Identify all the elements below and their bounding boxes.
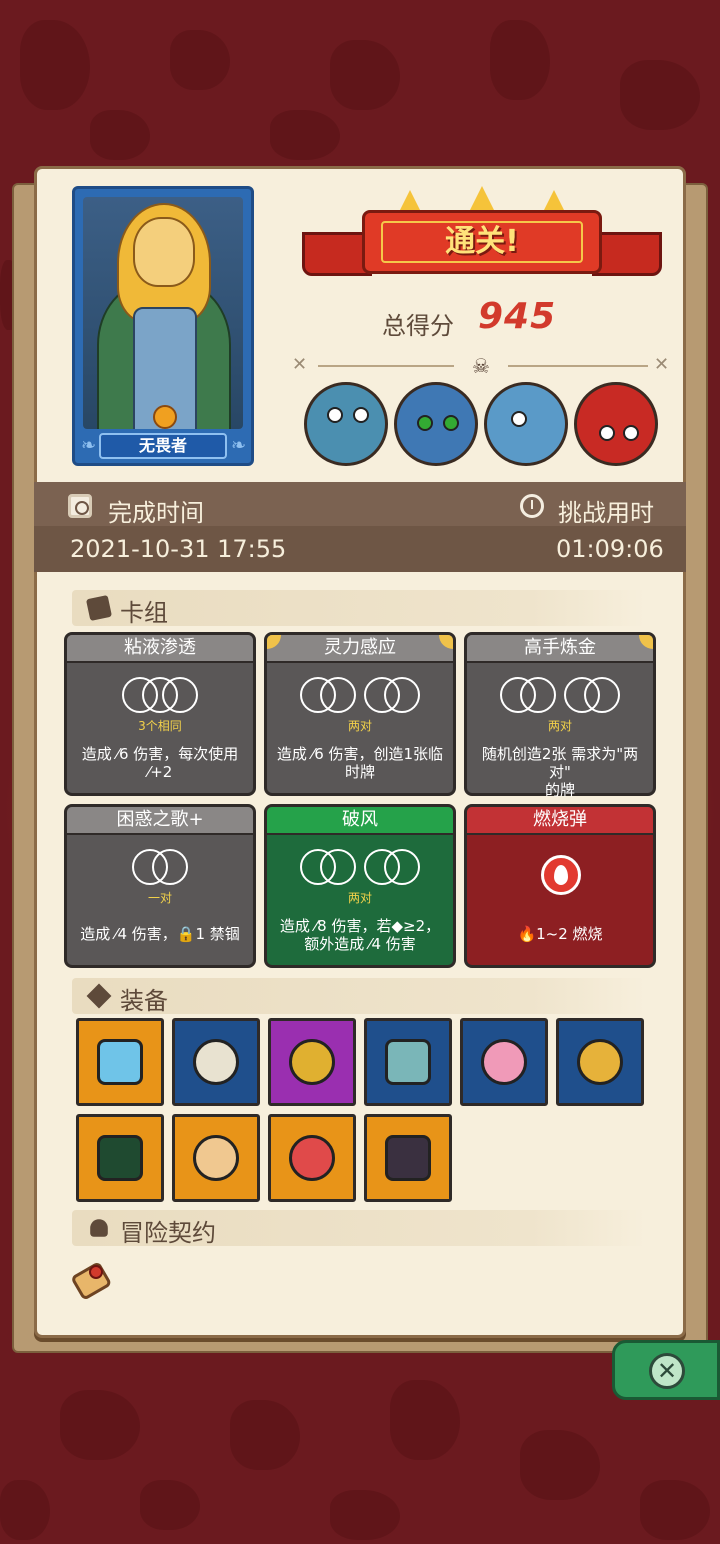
dice-slots — [67, 849, 253, 889]
card-condition: 两对 — [347, 719, 372, 733]
card-description: 造成 ⁄4 伤害，🔒1 禁锢 — [80, 925, 240, 943]
green-ring-icon — [289, 1039, 335, 1085]
card-title: 破风 — [267, 807, 453, 835]
flourish-right-icon: ❧ — [231, 435, 247, 456]
crossed-swords-left-icon: ✕ — [292, 354, 308, 375]
card-confusion-song[interactable]: 困惑之歌+ 一对 造成 ⁄4 伤害，🔒1 禁锢 — [64, 804, 256, 968]
equipment-round-amulet[interactable] — [172, 1114, 260, 1202]
score-value: 945 — [478, 296, 557, 337]
finish-time-value: 2021-10-31 17:55 — [70, 535, 287, 563]
finish-time-label: 完成时间 — [108, 499, 204, 527]
close-tab: ✕ — [612, 1340, 720, 1400]
equipment-section-title: 装备 — [120, 987, 168, 1015]
card-description: 造成 ⁄8 伤害，若◆≥2， — [279, 917, 441, 935]
card-description: 🔥1~2 燃烧 — [517, 925, 603, 943]
card-description-2: 的牌 — [544, 781, 575, 799]
equipment-section-header: 装备 — [72, 978, 646, 1015]
equipment-red-potion[interactable] — [268, 1114, 356, 1202]
boss-portrait-3[interactable] — [484, 382, 568, 466]
stopwatch-icon — [520, 494, 544, 518]
hero-card[interactable]: ❧ 无畏者 ❧ — [72, 186, 254, 466]
divider-right — [508, 365, 648, 367]
gold-ring-icon — [577, 1039, 623, 1085]
duration-label: 挑战用时 — [558, 499, 654, 527]
card-condition: 两对 — [547, 719, 572, 733]
card-spirit-sense[interactable]: 灵力感应 两对 造成 ⁄6 伤害，创造1张临 时牌 — [264, 632, 456, 796]
boss-portrait-1[interactable] — [304, 382, 388, 466]
card-condition: 3个相同 — [138, 719, 182, 733]
person-icon — [90, 1219, 108, 1237]
card-title: 灵力感应 — [267, 635, 453, 663]
duration-value: 01:09:06 — [556, 535, 664, 563]
boss-portrait-2[interactable] — [394, 382, 478, 466]
equipment-pink-gem[interactable] — [460, 1018, 548, 1106]
dice-slots — [267, 849, 453, 889]
flourish-left-icon: ❧ — [81, 435, 97, 456]
horned-skull-icon — [193, 1039, 239, 1085]
card-description: 随机创造2张 需求为"两对" — [481, 745, 639, 781]
cube-icon — [86, 983, 112, 1009]
dark-horseshoe-icon — [97, 1135, 143, 1181]
round-amulet-icon — [193, 1135, 239, 1181]
shield-charm-icon — [97, 1039, 143, 1085]
dice-slots — [267, 677, 453, 717]
scroll-contract-icon[interactable] — [70, 1254, 116, 1304]
card-title: 困惑之歌+ — [67, 807, 253, 835]
score-label: 总得分 — [382, 312, 454, 340]
equipment-shield-charm[interactable] — [76, 1018, 164, 1106]
card-slime-infiltration[interactable]: 粘液渗透 3个相同 造成 ⁄6 伤害，每次使用 ⁄+2 — [64, 632, 256, 796]
card-wind-break[interactable]: 破风 两对 造成 ⁄8 伤害，若◆≥2， 额外造成 ⁄4 伤害 — [264, 804, 456, 968]
card-description-2: ⁄+2 — [147, 763, 173, 781]
close-button[interactable]: ✕ — [649, 1353, 685, 1389]
contract-section-header: 冒险契约 — [72, 1210, 646, 1247]
card-condition: 一对 — [147, 891, 172, 905]
divider-left — [318, 365, 454, 367]
red-potion-icon — [289, 1135, 335, 1181]
calendar-clock-icon — [68, 494, 92, 518]
card-description-2: 额外造成 ⁄4 伤害 — [304, 935, 416, 953]
card-title: 高手炼金 — [467, 635, 653, 663]
equipment-gold-ring[interactable] — [556, 1018, 644, 1106]
demon-skull-icon: ☠ — [472, 354, 490, 378]
card-condition: 两对 — [347, 891, 372, 905]
equipment-dark-horseshoe[interactable] — [76, 1114, 164, 1202]
card-description: 造成 ⁄6 伤害，每次使用 — [81, 745, 239, 763]
star-triangle-icon — [385, 1135, 431, 1181]
dice-slots — [467, 677, 653, 717]
medal-icon — [153, 405, 177, 429]
cards-icon — [85, 594, 113, 622]
equipment-green-ring[interactable] — [268, 1018, 356, 1106]
deck-section-title: 卡组 — [120, 599, 168, 627]
card-master-alchemy[interactable]: 高手炼金 两对 随机创造2张 需求为"两对" 的牌 — [464, 632, 656, 799]
deck-section-header: 卡组 — [72, 590, 646, 627]
equipment-star-triangle[interactable] — [364, 1114, 452, 1202]
hero-name: 无畏者 — [99, 433, 227, 459]
card-description: 造成 ⁄6 伤害，创造1张临 — [276, 745, 444, 763]
pink-gem-icon — [481, 1039, 527, 1085]
hero-portrait — [83, 197, 243, 429]
fire-icon — [541, 855, 581, 895]
card-incendiary-bomb[interactable]: 燃烧弹 🔥1~2 燃烧 — [464, 804, 656, 968]
card-title: 燃烧弹 — [467, 807, 653, 835]
equipment-horned-skull[interactable] — [172, 1018, 260, 1106]
dice-slots — [67, 677, 253, 717]
crossed-swords-right-icon: ✕ — [654, 354, 670, 375]
equipment-axe[interactable] — [364, 1018, 452, 1106]
card-description-2: 时牌 — [344, 763, 375, 781]
victory-title: 通关! — [381, 221, 583, 263]
boss-portrait-4[interactable] — [574, 382, 658, 466]
axe-icon — [385, 1039, 431, 1085]
contract-section-title: 冒险契约 — [120, 1219, 216, 1247]
victory-banner: 通关! — [302, 186, 662, 300]
card-title: 粘液渗透 — [67, 635, 253, 663]
